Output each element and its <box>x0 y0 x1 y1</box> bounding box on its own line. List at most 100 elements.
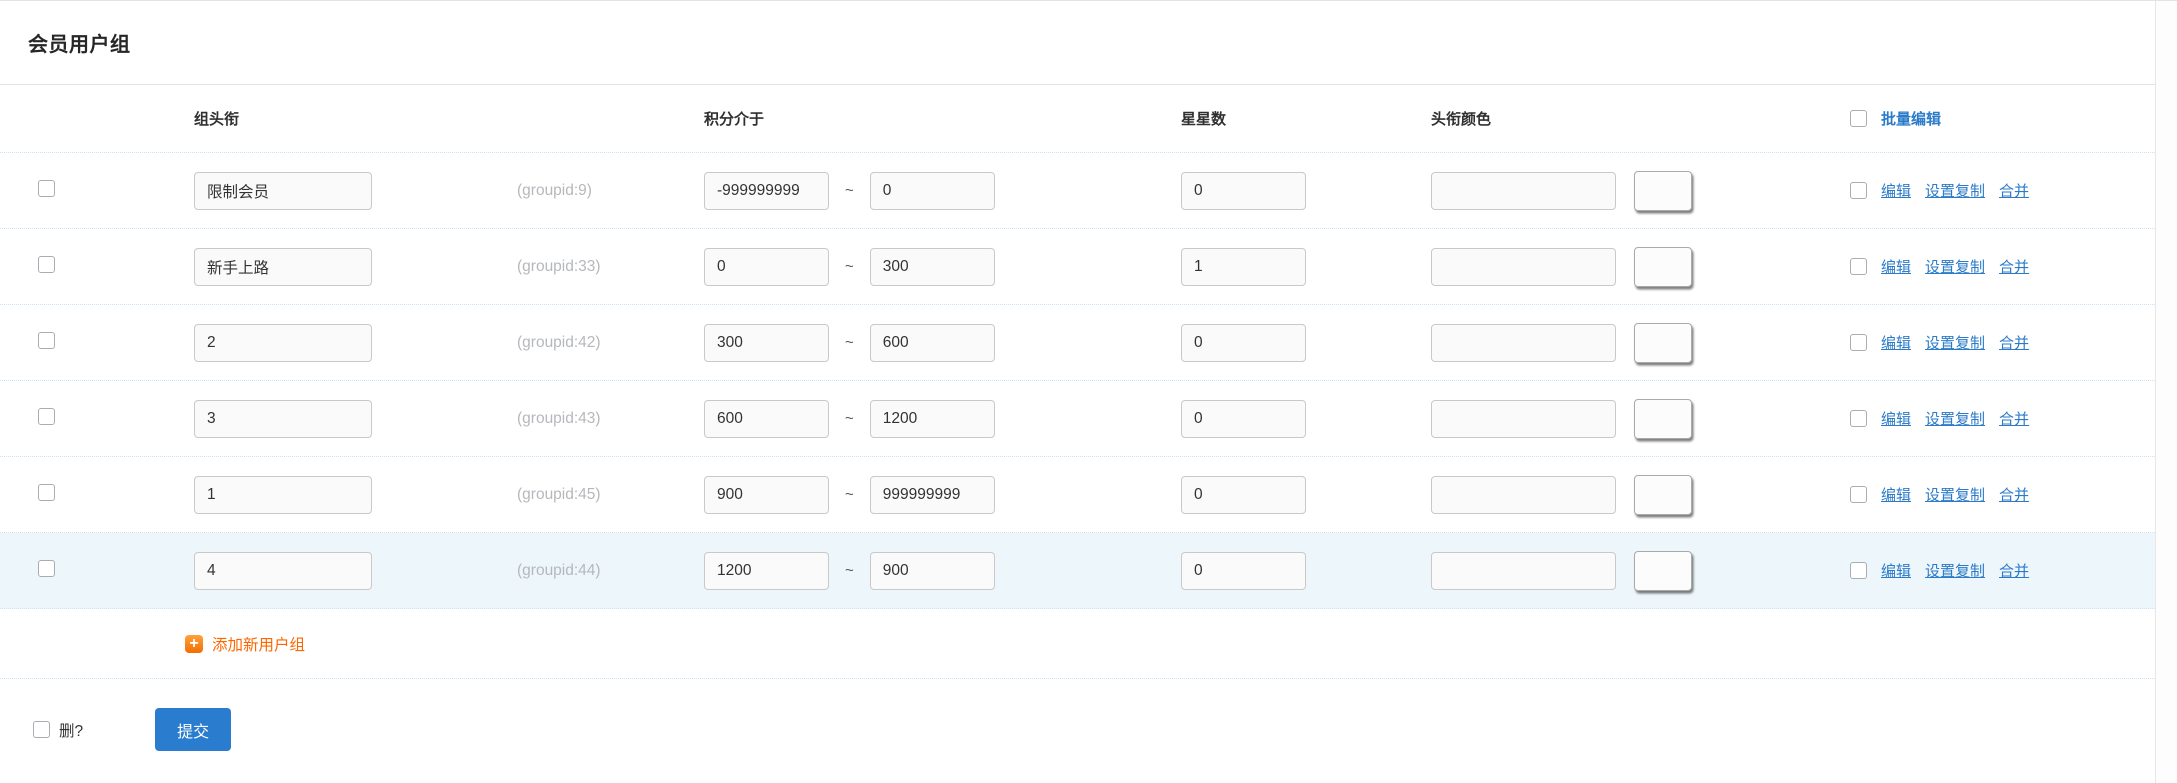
row-action-checkbox[interactable] <box>1850 410 1867 427</box>
add-group-link[interactable]: + 添加新用户组 <box>185 633 305 655</box>
row-points-cell: ~ <box>704 248 1181 286</box>
points-min-input[interactable] <box>704 248 829 286</box>
row-actions-cell: 编辑 设置复制 合并 <box>1850 256 2177 277</box>
star-count-input[interactable] <box>1181 324 1306 362</box>
title-color-input[interactable] <box>1431 248 1616 286</box>
star-count-input[interactable] <box>1181 400 1306 438</box>
copy-settings-link[interactable]: 设置复制 <box>1925 408 1985 429</box>
row-color-cell <box>1431 551 1850 591</box>
tilde-separator: ~ <box>845 334 854 351</box>
header-points-range: 积分介于 <box>704 108 1181 129</box>
submit-button[interactable]: 提交 <box>155 708 231 751</box>
points-max-input[interactable] <box>870 400 995 438</box>
delete-checkbox[interactable] <box>33 721 50 738</box>
row-action-checkbox[interactable] <box>1850 486 1867 503</box>
groupid-label: (groupid:42) <box>517 334 601 351</box>
row-name-cell <box>194 172 517 210</box>
batch-edit-checkbox[interactable] <box>1850 110 1867 127</box>
row-action-checkbox[interactable] <box>1850 258 1867 275</box>
copy-settings-link[interactable]: 设置复制 <box>1925 180 1985 201</box>
color-picker-swatch[interactable] <box>1634 399 1692 439</box>
color-picker-swatch[interactable] <box>1634 323 1692 363</box>
points-max-input[interactable] <box>870 552 995 590</box>
merge-link[interactable]: 合并 <box>1999 180 2029 201</box>
star-count-input[interactable] <box>1181 248 1306 286</box>
color-picker-swatch[interactable] <box>1634 171 1692 211</box>
right-divider <box>2155 1 2156 783</box>
row-name-cell <box>194 476 517 514</box>
row-select-cell <box>38 408 194 430</box>
edit-link[interactable]: 编辑 <box>1881 332 1911 353</box>
points-max-input[interactable] <box>870 324 995 362</box>
merge-link[interactable]: 合并 <box>1999 256 2029 277</box>
title-color-input[interactable] <box>1431 172 1616 210</box>
row-action-checkbox[interactable] <box>1850 334 1867 351</box>
row-name-cell <box>194 552 517 590</box>
edit-link[interactable]: 编辑 <box>1881 408 1911 429</box>
table-row: (groupid:9) ~ 编辑 设置复制 合并 <box>0 153 2177 229</box>
group-name-input[interactable] <box>194 400 372 438</box>
group-name-input[interactable] <box>194 476 372 514</box>
row-color-cell <box>1431 475 1850 515</box>
group-name-input[interactable] <box>194 324 372 362</box>
title-color-input[interactable] <box>1431 400 1616 438</box>
row-gid-cell: (groupid:45) <box>517 486 704 504</box>
edit-link[interactable]: 编辑 <box>1881 560 1911 581</box>
row-name-cell <box>194 324 517 362</box>
row-gid-cell: (groupid:9) <box>517 182 704 200</box>
row-select-checkbox[interactable] <box>38 256 55 273</box>
table-row: (groupid:43) ~ 编辑 设置复制 合并 <box>0 381 2177 457</box>
row-action-checkbox[interactable] <box>1850 562 1867 579</box>
merge-link[interactable]: 合并 <box>1999 332 2029 353</box>
color-picker-swatch[interactable] <box>1634 247 1692 287</box>
row-select-cell <box>38 560 194 582</box>
row-actions-cell: 编辑 设置复制 合并 <box>1850 180 2177 201</box>
group-name-input[interactable] <box>194 248 372 286</box>
points-min-input[interactable] <box>704 476 829 514</box>
row-select-checkbox[interactable] <box>38 180 55 197</box>
copy-settings-link[interactable]: 设置复制 <box>1925 332 1985 353</box>
points-min-input[interactable] <box>704 552 829 590</box>
plus-icon: + <box>185 635 203 653</box>
star-count-input[interactable] <box>1181 476 1306 514</box>
merge-link[interactable]: 合并 <box>1999 408 2029 429</box>
row-select-cell <box>38 256 194 278</box>
points-max-input[interactable] <box>870 172 995 210</box>
color-picker-swatch[interactable] <box>1634 551 1692 591</box>
row-select-checkbox[interactable] <box>38 332 55 349</box>
row-star-cell <box>1181 248 1431 286</box>
points-min-input[interactable] <box>704 400 829 438</box>
title-color-input[interactable] <box>1431 476 1616 514</box>
row-action-checkbox[interactable] <box>1850 182 1867 199</box>
title-color-input[interactable] <box>1431 552 1616 590</box>
edit-link[interactable]: 编辑 <box>1881 256 1911 277</box>
points-min-input[interactable] <box>704 324 829 362</box>
row-select-checkbox[interactable] <box>38 484 55 501</box>
points-min-input[interactable] <box>704 172 829 210</box>
copy-settings-link[interactable]: 设置复制 <box>1925 484 1985 505</box>
points-max-input[interactable] <box>870 248 995 286</box>
batch-edit-link[interactable]: 批量编辑 <box>1881 108 1941 129</box>
edit-link[interactable]: 编辑 <box>1881 180 1911 201</box>
group-name-input[interactable] <box>194 552 372 590</box>
star-count-input[interactable] <box>1181 172 1306 210</box>
merge-link[interactable]: 合并 <box>1999 560 2029 581</box>
add-group-label: 添加新用户组 <box>212 633 305 655</box>
color-picker-swatch[interactable] <box>1634 475 1692 515</box>
row-select-checkbox[interactable] <box>38 408 55 425</box>
group-name-input[interactable] <box>194 172 372 210</box>
edit-link[interactable]: 编辑 <box>1881 484 1911 505</box>
title-color-input[interactable] <box>1431 324 1616 362</box>
table-header-row: 组头衔 积分介于 星星数 头衔颜色 批量编辑 <box>0 85 2177 153</box>
copy-settings-link[interactable]: 设置复制 <box>1925 256 1985 277</box>
star-count-input[interactable] <box>1181 552 1306 590</box>
row-select-checkbox[interactable] <box>38 560 55 577</box>
points-max-input[interactable] <box>870 476 995 514</box>
groupid-label: (groupid:9) <box>517 182 592 199</box>
row-select-cell <box>38 332 194 354</box>
merge-link[interactable]: 合并 <box>1999 484 2029 505</box>
copy-settings-link[interactable]: 设置复制 <box>1925 560 1985 581</box>
row-gid-cell: (groupid:33) <box>517 258 704 276</box>
row-actions-cell: 编辑 设置复制 合并 <box>1850 560 2177 581</box>
title-bar: 会员用户组 <box>0 1 2177 85</box>
